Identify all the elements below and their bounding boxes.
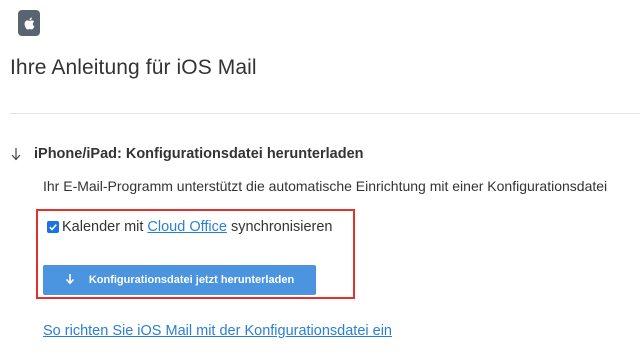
calendar-sync-checkbox[interactable] (47, 221, 59, 233)
download-configuration-button[interactable]: Konfigurationsdatei jetzt herunterladen (43, 265, 316, 295)
apple-logo-icon (18, 10, 40, 36)
calendar-sync-label-after: synchronisieren (230, 219, 333, 235)
cloud-office-link[interactable]: Cloud Office (147, 219, 227, 235)
page-title: Ihre Anleitung für iOS Mail (10, 56, 257, 79)
arrow-down-icon (65, 273, 75, 288)
arrow-down-icon[interactable] (10, 146, 22, 162)
section-description: Ihr E-Mail-Programm unterstützt die auto… (43, 178, 608, 194)
calendar-sync-option: Kalender mit Cloud Office synchronisiere… (47, 219, 333, 235)
calendar-sync-label-before: Kalender mit (62, 219, 144, 235)
section-title: iPhone/iPad: Konfigurationsdatei herunte… (34, 146, 364, 162)
ios-mail-setup-help-link[interactable]: So richten Sie iOS Mail mit der Konfigur… (43, 323, 392, 339)
section-header[interactable]: iPhone/iPad: Konfigurationsdatei herunte… (10, 146, 364, 162)
divider (10, 113, 640, 114)
page: Ihre Anleitung für iOS Mail iPhone/iPad:… (0, 0, 640, 360)
download-button-label: Konfigurationsdatei jetzt herunterladen (88, 274, 295, 286)
